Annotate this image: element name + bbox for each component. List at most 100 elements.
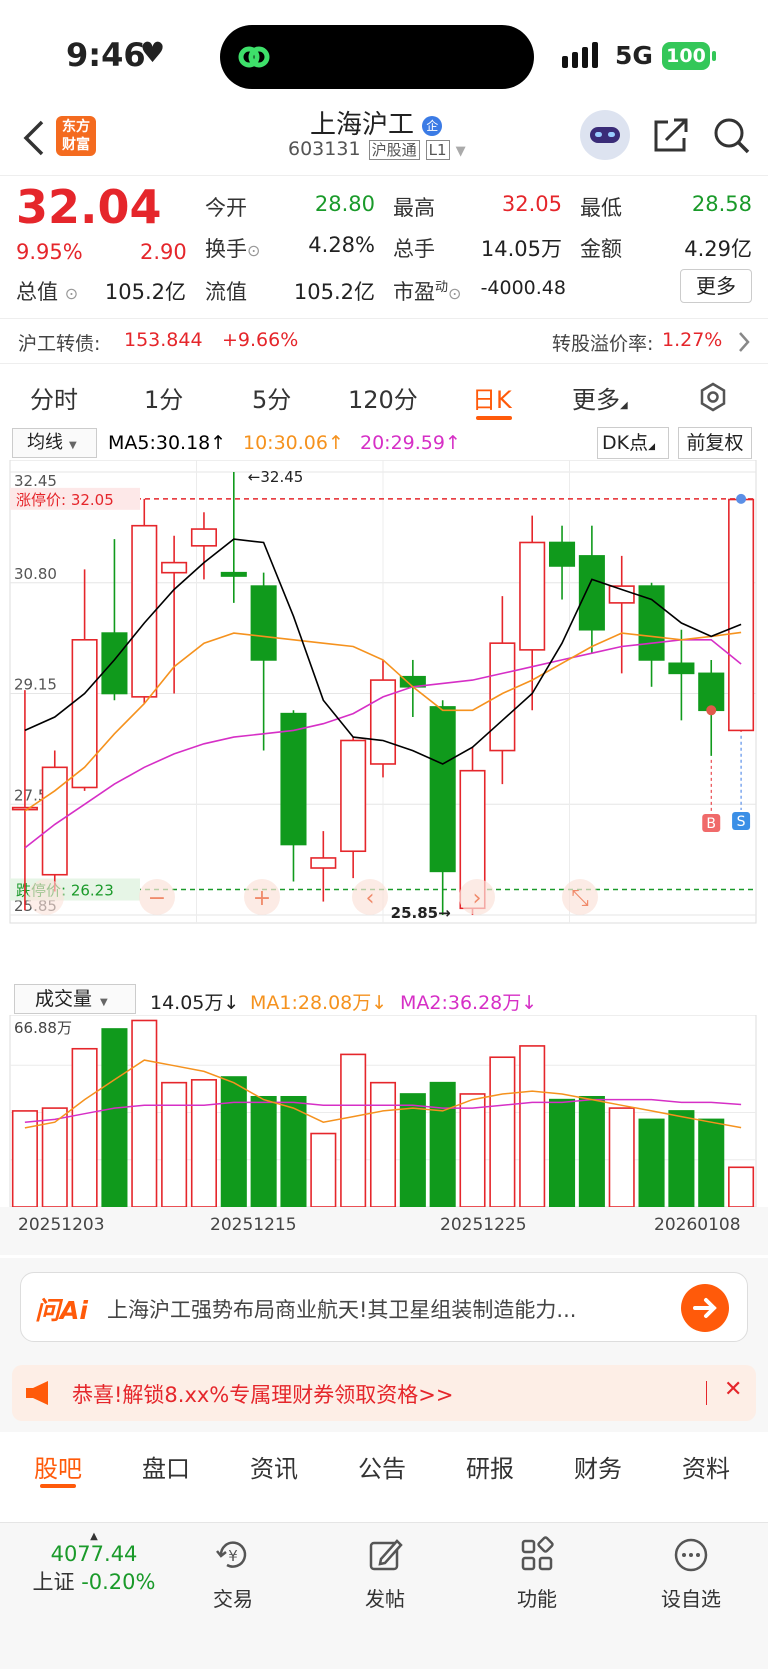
amount-value: 4.29亿 bbox=[684, 237, 752, 261]
volume-value: 14.05万 bbox=[480, 237, 562, 261]
tab-guba[interactable]: 股吧 bbox=[34, 1449, 82, 1484]
date-tick-label: 20260108 bbox=[654, 1215, 741, 1235]
ai-go-button[interactable] bbox=[681, 1284, 729, 1332]
tab-news[interactable]: 资讯 bbox=[250, 1449, 298, 1484]
change-pct: 9.95% bbox=[16, 240, 83, 264]
candle-body bbox=[429, 706, 456, 873]
volume-bar bbox=[340, 1053, 367, 1208]
edit-icon bbox=[369, 1539, 403, 1571]
candle-body bbox=[190, 528, 217, 547]
volume-bar bbox=[489, 1056, 516, 1208]
caret-up-icon: ▲ bbox=[90, 1531, 98, 1542]
enterprise-badge: 企 bbox=[422, 115, 443, 136]
indicator-select[interactable]: 均线 ▼ bbox=[12, 428, 97, 458]
stock-name[interactable]: 上海沪工 企 bbox=[310, 104, 443, 141]
tab-timeshare[interactable]: 分时 bbox=[30, 380, 78, 415]
turnover-label: 换手⊙ bbox=[205, 237, 261, 261]
volume-select[interactable]: 成交量 ▼ bbox=[14, 984, 136, 1014]
vol-ma1-label: MA1:28.08万↓ bbox=[250, 992, 388, 1014]
volume-bar bbox=[698, 1118, 725, 1208]
volume-bar bbox=[131, 1019, 158, 1208]
date-tick-label: 20251203 bbox=[18, 1215, 105, 1235]
nav-func-label: 功能 bbox=[517, 1587, 557, 1611]
stock-title: 上海沪工 bbox=[310, 110, 415, 140]
volume-bar bbox=[101, 1028, 128, 1208]
candle-body bbox=[608, 585, 635, 604]
tab-1min[interactable]: 1分 bbox=[144, 380, 183, 415]
tab-announcements[interactable]: 公告 bbox=[358, 1449, 406, 1484]
ma20-label: 20:29.59↑ bbox=[360, 432, 461, 454]
pe-value: -4000.48 bbox=[480, 277, 566, 299]
tab-more[interactable]: 更多◢ bbox=[572, 380, 628, 415]
nav-trade[interactable]: ¥ 交易 bbox=[178, 1535, 288, 1612]
more-button[interactable]: 更多 bbox=[680, 269, 752, 303]
scroll-start-icon bbox=[28, 879, 64, 915]
tab-pankou[interactable]: 盘口 bbox=[142, 1449, 190, 1484]
volume-bar bbox=[429, 1081, 456, 1208]
tab-research[interactable]: 研报 bbox=[466, 1449, 514, 1484]
svg-text:¥: ¥ bbox=[228, 1547, 238, 1565]
ai-prompt-text: 上海沪工强势布局商业航天!其卫星组装制造能力... bbox=[107, 1298, 577, 1322]
share-icon[interactable] bbox=[652, 116, 690, 154]
tab-profile[interactable]: 资料 bbox=[682, 1449, 730, 1484]
dk-button[interactable]: DK点◢ bbox=[597, 427, 669, 459]
buy-dot bbox=[706, 705, 717, 716]
level-badge: L1 bbox=[425, 140, 450, 160]
connect-badge: 沪股通 bbox=[368, 140, 420, 160]
nav-func[interactable]: 功能 bbox=[482, 1535, 592, 1612]
signal-icon bbox=[562, 42, 598, 68]
volume-bar bbox=[161, 1081, 188, 1208]
zoom-in-icon-glyph: + bbox=[253, 886, 271, 911]
megaphone-icon bbox=[26, 1381, 48, 1405]
candle-body bbox=[519, 541, 546, 651]
candle-body bbox=[698, 672, 725, 712]
tab-5min[interactable]: 5分 bbox=[252, 380, 291, 415]
y-tick-label: 32.45 bbox=[14, 472, 57, 490]
tab-120min[interactable]: 120分 bbox=[348, 380, 418, 415]
volume-chart[interactable]: 66.88万 20251203 20251215 20251225 20260108 bbox=[0, 1015, 768, 1255]
nav-trade-label: 交易 bbox=[213, 1587, 253, 1611]
volume-bar bbox=[549, 1098, 576, 1208]
candle-body bbox=[668, 662, 695, 675]
limit-dot bbox=[736, 493, 747, 504]
high-label: 最高 bbox=[393, 196, 435, 220]
index-widget[interactable]: ▲ 4077.44 上证 -0.20% bbox=[24, 1531, 164, 1596]
last-price: 32.04 bbox=[16, 180, 162, 234]
logo-line1: 东方 bbox=[62, 119, 90, 135]
candle-body bbox=[549, 541, 576, 567]
y-tick-label: 29.15 bbox=[14, 676, 57, 694]
premium-value: 1.27% bbox=[662, 329, 723, 351]
network-label: 5G bbox=[615, 41, 653, 70]
arrow-right-icon bbox=[693, 1298, 717, 1318]
candle-body bbox=[250, 585, 277, 661]
search-icon[interactable] bbox=[712, 116, 752, 156]
tab-daily-k[interactable]: 日K bbox=[472, 380, 512, 415]
candle-body bbox=[489, 642, 516, 752]
nav-post[interactable]: 发帖 bbox=[330, 1535, 440, 1612]
volume-bar bbox=[578, 1095, 605, 1208]
premium-label: 转股溢价率: bbox=[552, 333, 654, 355]
nav-watch[interactable]: 设自选 bbox=[636, 1535, 746, 1612]
logo-line2: 财富 bbox=[62, 137, 90, 153]
robot-avatar-icon[interactable] bbox=[580, 110, 630, 160]
ai-search-bar[interactable]: 问Ai 上海沪工强势布局商业航天!其卫星组装制造能力... bbox=[20, 1272, 748, 1342]
volume-bar bbox=[71, 1047, 98, 1208]
kline-chart[interactable]: 32.4530.8029.1527.5025.85涨停价: 32.05跌停价: … bbox=[0, 460, 768, 980]
candle-body bbox=[220, 571, 247, 577]
stock-code-row[interactable]: 603131 沪股通 L1 ▼ bbox=[288, 138, 466, 160]
close-icon[interactable]: ✕ bbox=[724, 1377, 742, 1402]
date-axis-bg bbox=[0, 1207, 768, 1255]
change-value: 2.90 bbox=[140, 240, 187, 264]
volume-bar bbox=[399, 1093, 426, 1208]
adjust-button[interactable]: 前复权 bbox=[678, 427, 752, 459]
scroll-left-icon-glyph: ‹ bbox=[366, 886, 375, 911]
tab-finance[interactable]: 财务 bbox=[574, 1449, 622, 1484]
back-icon[interactable] bbox=[22, 118, 46, 158]
turnover-value: 4.28% bbox=[308, 233, 375, 257]
app-logo[interactable]: 东方 财富 bbox=[56, 116, 96, 156]
battery-icon: 100 bbox=[662, 42, 710, 70]
bond-row[interactable]: 沪工转债: 153.844 +9.66% 转股溢价率: 1.27% bbox=[0, 318, 768, 364]
volume-bar bbox=[190, 1079, 217, 1208]
settings-icon[interactable] bbox=[698, 382, 728, 412]
promo-banner[interactable]: 恭喜!解锁8.xx%专属理财券领取资格>> ✕ bbox=[12, 1365, 756, 1421]
